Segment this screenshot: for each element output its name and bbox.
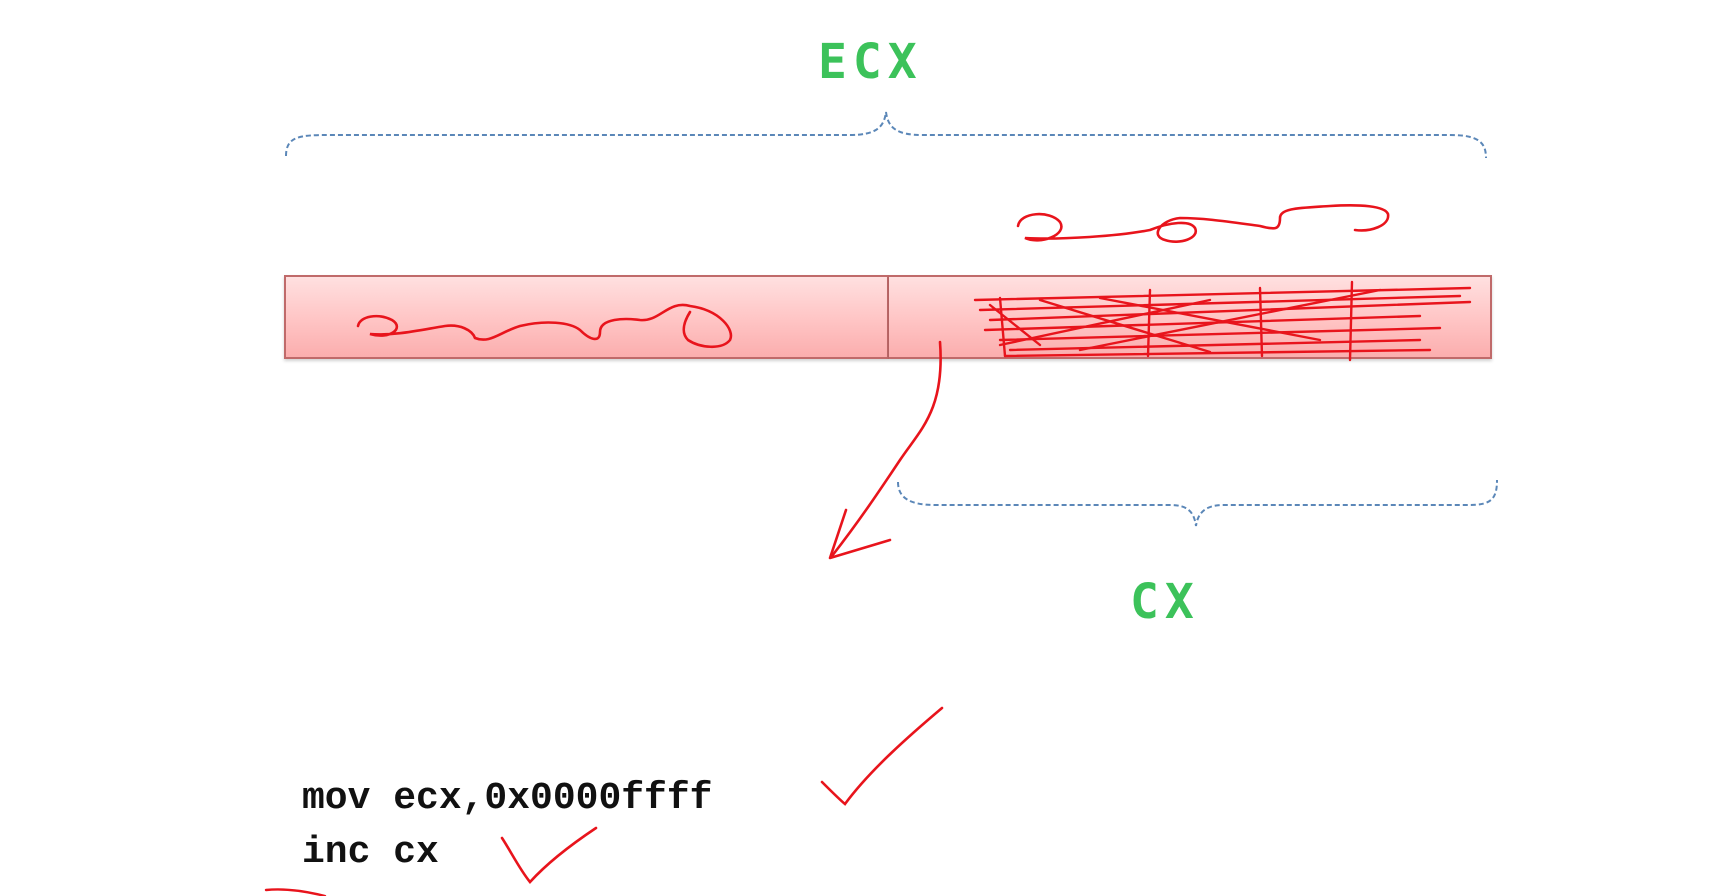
arrow-head-icon — [828, 508, 892, 560]
checkmark-icon — [820, 706, 944, 806]
register-low-half-cx — [889, 275, 1492, 359]
code-line-inc: inc cx — [302, 831, 439, 874]
ecx-brace — [285, 111, 1487, 159]
ecx-register-bar — [284, 275, 1492, 359]
cx-label: CX — [1130, 574, 1200, 630]
code-line-mov: mov ecx,0x0000ffff — [302, 777, 713, 820]
stray-stroke — [264, 888, 327, 896]
ecx-label: ECX — [818, 34, 923, 90]
zeros-scribble-top — [1016, 203, 1390, 243]
pointer-arrow-icon — [830, 340, 942, 558]
slide-canvas: ECX CX mov ecx,0x0000ffff inc cx — [0, 0, 1732, 896]
register-high-half — [284, 275, 889, 359]
annotation-layer — [264, 111, 1498, 896]
cx-brace — [897, 479, 1498, 527]
code-block: mov ecx,0x0000ffff inc cx — [302, 772, 712, 880]
